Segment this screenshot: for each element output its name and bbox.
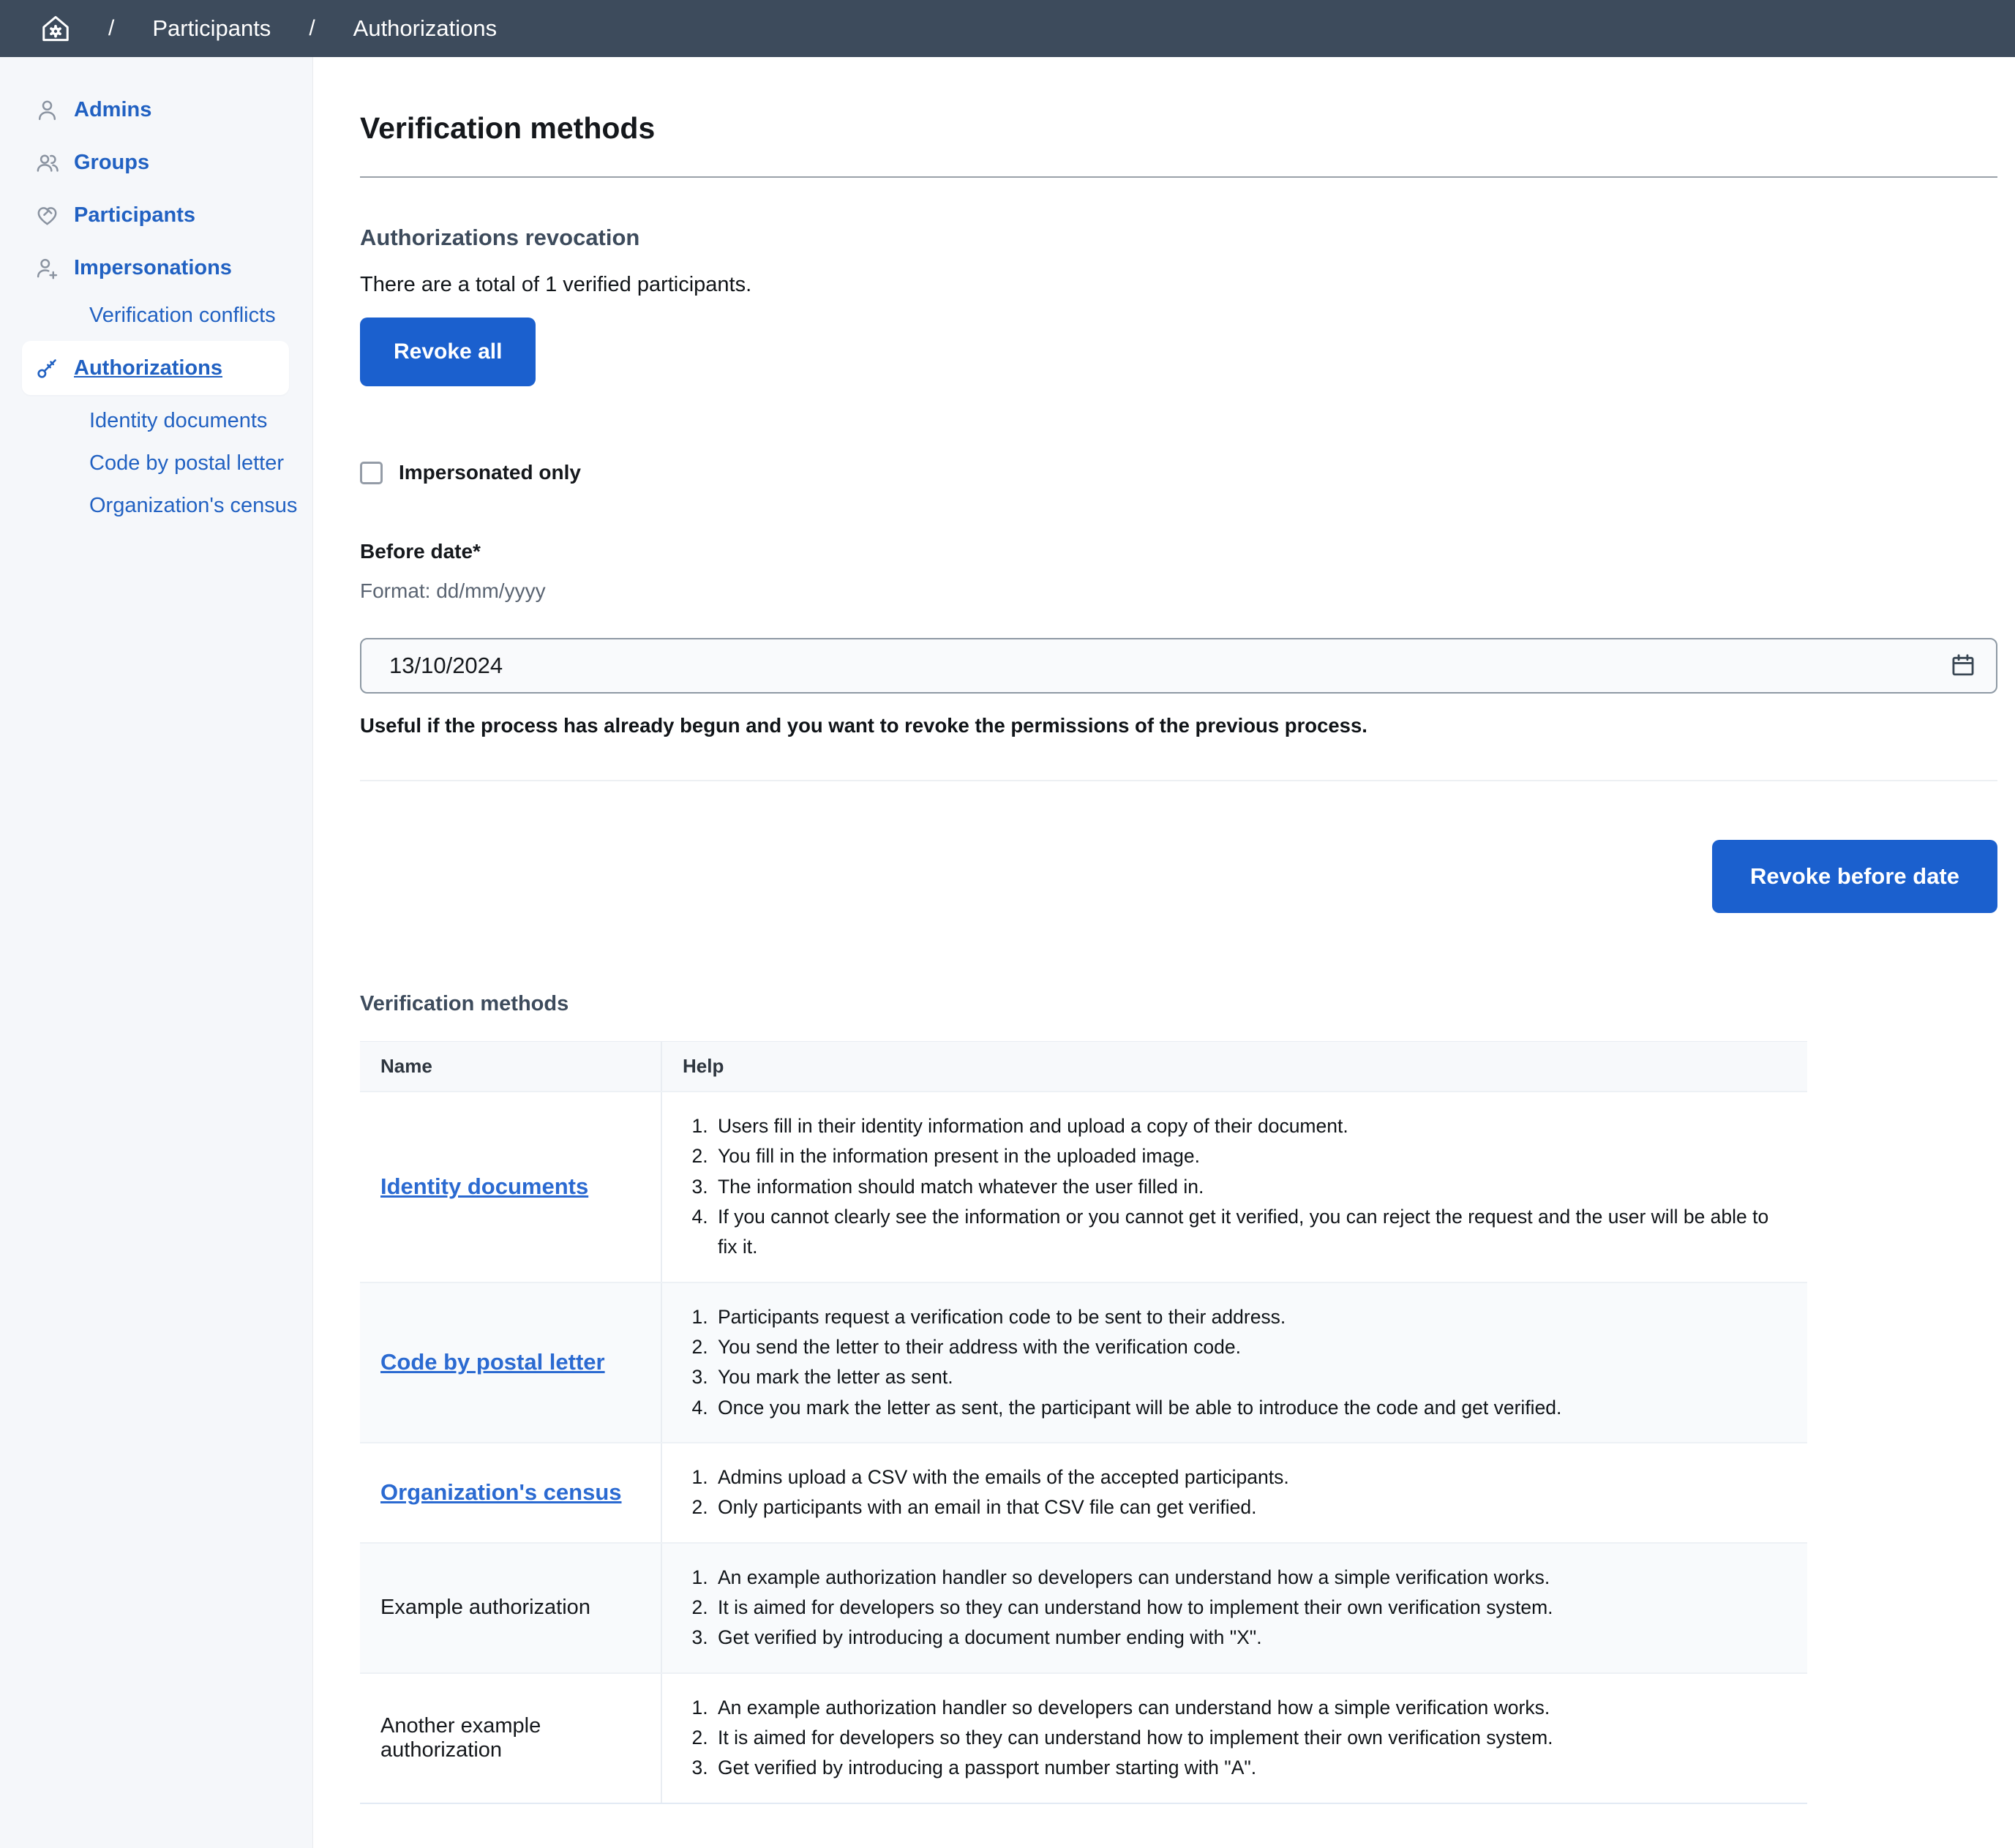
revocation-actions: Revoke before date <box>360 840 1997 913</box>
sidebar-item-authorizations[interactable]: Authorizations <box>22 341 289 395</box>
column-header-help: Help <box>662 1042 1807 1091</box>
help-item: You mark the letter as sent. <box>713 1362 1787 1392</box>
help-item: Get verified by introducing a document n… <box>713 1623 1787 1653</box>
table-row: Code by postal letter Participants reque… <box>360 1282 1807 1442</box>
method-link-organizations-census[interactable]: Organization's census <box>380 1479 622 1506</box>
method-name-example-authorization: Example authorization <box>380 1596 590 1620</box>
impersonated-only-checkbox[interactable] <box>360 462 383 484</box>
sidebar-item-label: Identity documents <box>89 409 267 433</box>
sidebar-item-participants[interactable]: Participants <box>0 189 312 241</box>
section-divider <box>360 780 1997 781</box>
impersonated-only-label: Impersonated only <box>399 461 581 484</box>
help-list: Users fill in their identity information… <box>683 1111 1787 1263</box>
help-item: Once you mark the letter as sent, the pa… <box>713 1393 1787 1423</box>
breadcrumb-separator: / <box>108 16 114 41</box>
table-header-row: Name Help <box>360 1042 1807 1091</box>
help-item: Participants request a verification code… <box>713 1302 1787 1332</box>
table-row: Identity documents Users fill in their i… <box>360 1091 1807 1282</box>
page-title: Verification methods <box>360 111 1997 146</box>
impersonated-only-row: Impersonated only <box>360 461 1997 484</box>
sidebar-item-organizations-census[interactable]: Organization's census <box>0 484 312 527</box>
before-date-label: Before date* <box>360 540 1997 563</box>
date-format-hint: Format: dd/mm/yyyy <box>360 579 1997 603</box>
breadcrumb: / Participants / Authorizations <box>0 0 2015 57</box>
help-item: Users fill in their identity information… <box>713 1111 1787 1141</box>
key-icon <box>35 356 59 380</box>
table-row: Organization's census Admins upload a CS… <box>360 1442 1807 1542</box>
sidebar-item-label: Authorizations <box>74 356 222 380</box>
help-item: Only participants with an email in that … <box>713 1492 1787 1522</box>
sidebar-item-label: Organization's census <box>89 494 297 518</box>
home-icon <box>41 14 70 43</box>
help-list: Admins upload a CSV with the emails of t… <box>683 1462 1787 1523</box>
breadcrumb-home-link[interactable] <box>41 14 70 43</box>
help-item: You send the letter to their address wit… <box>713 1332 1787 1362</box>
sidebar: Admins Groups Participants <box>0 57 313 1848</box>
help-item: The information should match whatever th… <box>713 1172 1787 1202</box>
before-date-help-text: Useful if the process has already begun … <box>360 714 1997 737</box>
breadcrumb-separator: / <box>309 16 315 41</box>
authorizations-revocation-section: Authorizations revocation There are a to… <box>360 225 1997 913</box>
sidebar-item-label: Groups <box>74 151 149 175</box>
table-row: Example authorization An example authori… <box>360 1542 1807 1672</box>
help-item: It is aimed for developers so they can u… <box>713 1723 1787 1753</box>
revocation-heading: Authorizations revocation <box>360 225 1997 251</box>
verification-methods-section: Verification methods Name Help Identity … <box>360 992 1997 1804</box>
verification-methods-table: Name Help Identity documents Users fill … <box>360 1041 1807 1804</box>
sidebar-item-code-by-postal-letter[interactable]: Code by postal letter <box>0 442 312 484</box>
sidebar-item-impersonations[interactable]: Impersonations <box>0 241 312 294</box>
help-item: Get verified by introducing a passport n… <box>713 1753 1787 1783</box>
title-divider <box>360 176 1997 178</box>
breadcrumb-participants[interactable]: Participants <box>152 15 271 42</box>
help-list: Participants request a verification code… <box>683 1302 1787 1423</box>
revoke-before-date-button[interactable]: Revoke before date <box>1712 840 1997 913</box>
person-add-icon <box>35 256 59 280</box>
heart-icon <box>35 203 59 228</box>
before-date-field: Before date* Format: dd/mm/yyyy Useful i… <box>360 540 1997 737</box>
person-icon <box>35 98 59 122</box>
methods-heading: Verification methods <box>360 992 1997 1016</box>
before-date-input[interactable] <box>389 653 1949 679</box>
help-item: If you cannot clearly see the informatio… <box>713 1202 1787 1263</box>
breadcrumb-authorizations[interactable]: Authorizations <box>353 15 497 42</box>
help-item: An example authorization handler so deve… <box>713 1563 1787 1593</box>
help-list: An example authorization handler so deve… <box>683 1693 1787 1784</box>
sidebar-item-groups[interactable]: Groups <box>0 136 312 189</box>
sidebar-item-admins[interactable]: Admins <box>0 83 312 136</box>
method-name-another-example-authorization: Another example authorization <box>380 1714 640 1762</box>
method-link-identity-documents[interactable]: Identity documents <box>380 1173 588 1200</box>
sidebar-item-label: Participants <box>74 203 195 228</box>
help-item: An example authorization handler so deve… <box>713 1693 1787 1723</box>
calendar-icon[interactable] <box>1949 652 1977 680</box>
sidebar-item-label: Verification conflicts <box>89 304 276 328</box>
column-header-name: Name <box>360 1042 662 1091</box>
help-list: An example authorization handler so deve… <box>683 1563 1787 1653</box>
people-icon <box>35 151 59 175</box>
main-content: Verification methods Authorizations revo… <box>313 57 2015 1848</box>
help-item: You fill in the information present in t… <box>713 1141 1787 1171</box>
sidebar-item-identity-documents[interactable]: Identity documents <box>0 399 312 442</box>
verified-participants-count: There are a total of 1 verified particip… <box>360 273 1997 297</box>
revoke-all-button[interactable]: Revoke all <box>360 318 536 386</box>
table-row: Another example authorization An example… <box>360 1672 1807 1803</box>
help-item: Admins upload a CSV with the emails of t… <box>713 1462 1787 1492</box>
method-link-code-by-postal-letter[interactable]: Code by postal letter <box>380 1349 605 1375</box>
help-item: It is aimed for developers so they can u… <box>713 1593 1787 1623</box>
sidebar-item-label: Admins <box>74 98 151 122</box>
sidebar-item-label: Code by postal letter <box>89 451 284 476</box>
sidebar-item-verification-conflicts[interactable]: Verification conflicts <box>0 294 312 337</box>
date-input-wrapper <box>360 638 1997 694</box>
sidebar-item-label: Impersonations <box>74 256 232 280</box>
